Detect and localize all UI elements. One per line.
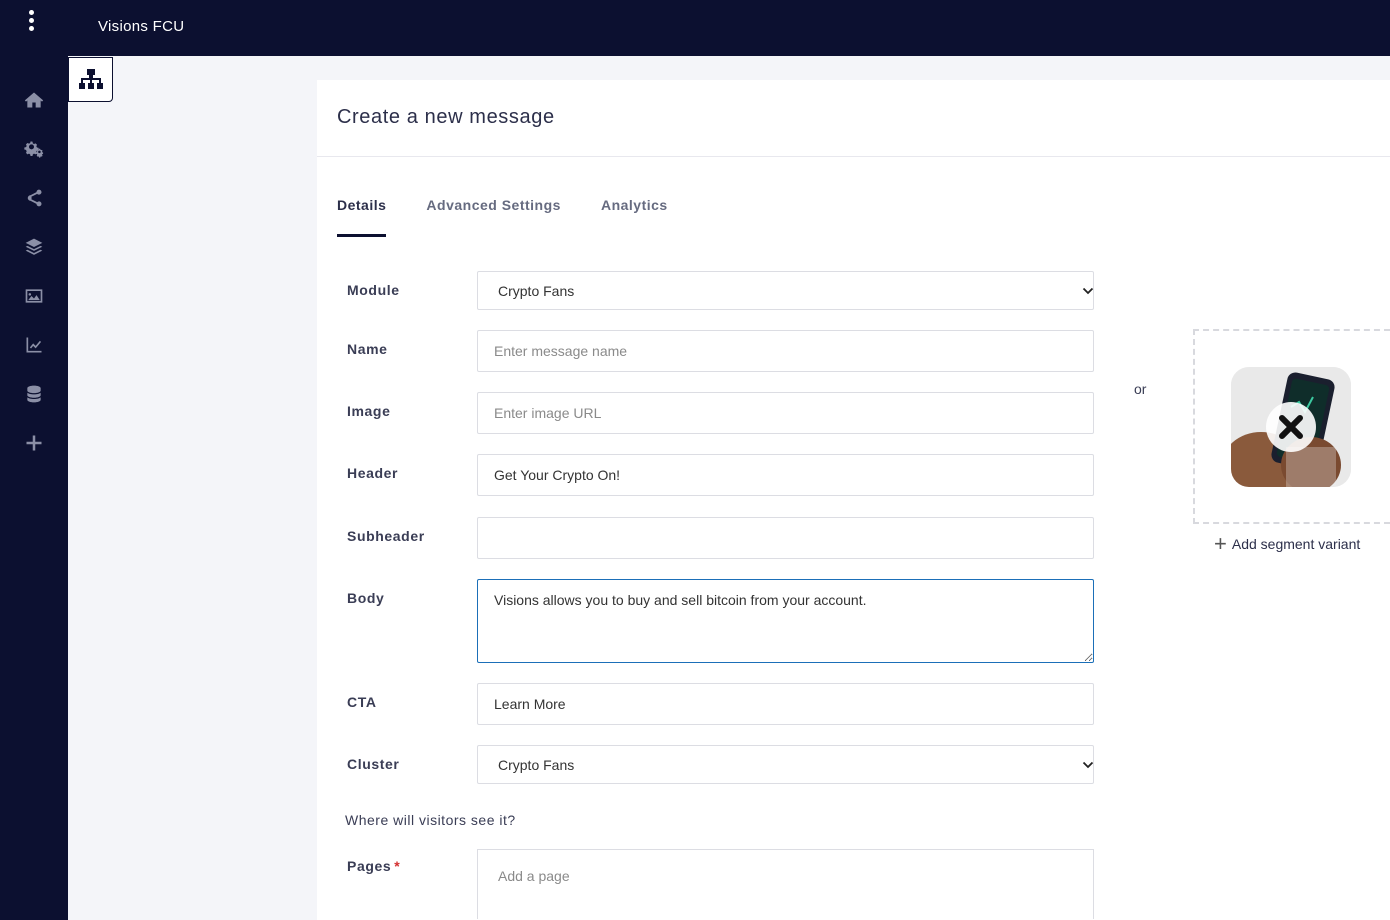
card-header: Create a new message: [317, 80, 1390, 157]
sidebar-item-add[interactable]: [14, 425, 54, 461]
plus-icon: [26, 435, 42, 451]
cta-input[interactable]: [477, 683, 1094, 725]
sidebar-item-settings[interactable]: [14, 131, 54, 167]
plus-icon: +: [1214, 531, 1227, 556]
close-icon: [1279, 415, 1303, 439]
sidebar-item-layers[interactable]: [14, 229, 54, 265]
tab-details[interactable]: Details: [337, 197, 387, 237]
sidebar-item-home[interactable]: [14, 82, 54, 118]
subheader-label: Subheader: [347, 528, 425, 544]
add-segment-variant-button[interactable]: + Add segment variant: [1214, 531, 1361, 556]
tab-analytics[interactable]: Analytics: [601, 197, 668, 237]
sidebar-item-share[interactable]: [14, 180, 54, 216]
page-title: Create a new message: [337, 106, 555, 128]
home-icon: [24, 92, 44, 108]
sidebar: [0, 56, 68, 920]
header-label: Header: [347, 465, 399, 481]
top-bar: Visions FCU: [0, 0, 1390, 56]
name-label: Name: [347, 341, 388, 357]
or-separator: or: [1134, 381, 1147, 397]
name-input[interactable]: [477, 330, 1094, 372]
settings-icon: [24, 141, 44, 158]
module-select[interactable]: Crypto Fans: [477, 271, 1094, 310]
brand-name: Visions FCU: [98, 18, 185, 35]
layers-icon: [25, 238, 43, 255]
kebab-menu-icon[interactable]: [22, 10, 40, 36]
tab-bar: Details Advanced Settings Analytics: [337, 197, 708, 237]
image-url-input[interactable]: [477, 392, 1094, 434]
pages-input[interactable]: Add a page: [477, 849, 1094, 919]
sidebar-item-media[interactable]: [14, 278, 54, 314]
sidebar-item-database[interactable]: [14, 376, 54, 412]
required-mark: *: [394, 858, 401, 874]
pages-label-text: Pages: [347, 858, 392, 874]
add-segment-variant-label: Add segment variant: [1231, 536, 1361, 552]
remove-variant-button[interactable]: [1266, 402, 1316, 452]
visibility-question: Where will visitors see it?: [345, 812, 516, 828]
cluster-select[interactable]: Crypto Fans: [477, 745, 1094, 784]
pages-label: Pages *: [347, 858, 400, 874]
sidebar-item-analytics[interactable]: [14, 327, 54, 363]
module-label: Module: [347, 282, 400, 298]
body-textarea[interactable]: Visions allows you to buy and sell bitco…: [477, 579, 1094, 663]
share-icon: [27, 189, 42, 207]
image-label: Image: [347, 403, 391, 419]
cluster-label: Cluster: [347, 756, 400, 772]
header-input[interactable]: [477, 454, 1094, 496]
tab-advanced-settings[interactable]: Advanced Settings: [426, 197, 561, 237]
body-label: Body: [347, 590, 385, 606]
hierarchy-toggle-button[interactable]: [68, 57, 113, 102]
image-icon: [25, 289, 43, 303]
database-icon: [27, 385, 41, 403]
subheader-input[interactable]: [477, 517, 1094, 559]
sitemap-icon: [78, 68, 103, 89]
analytics-icon: [26, 337, 42, 353]
create-message-card: Create a new message Details Advanced Se…: [317, 80, 1390, 920]
cta-label: CTA: [347, 694, 377, 710]
